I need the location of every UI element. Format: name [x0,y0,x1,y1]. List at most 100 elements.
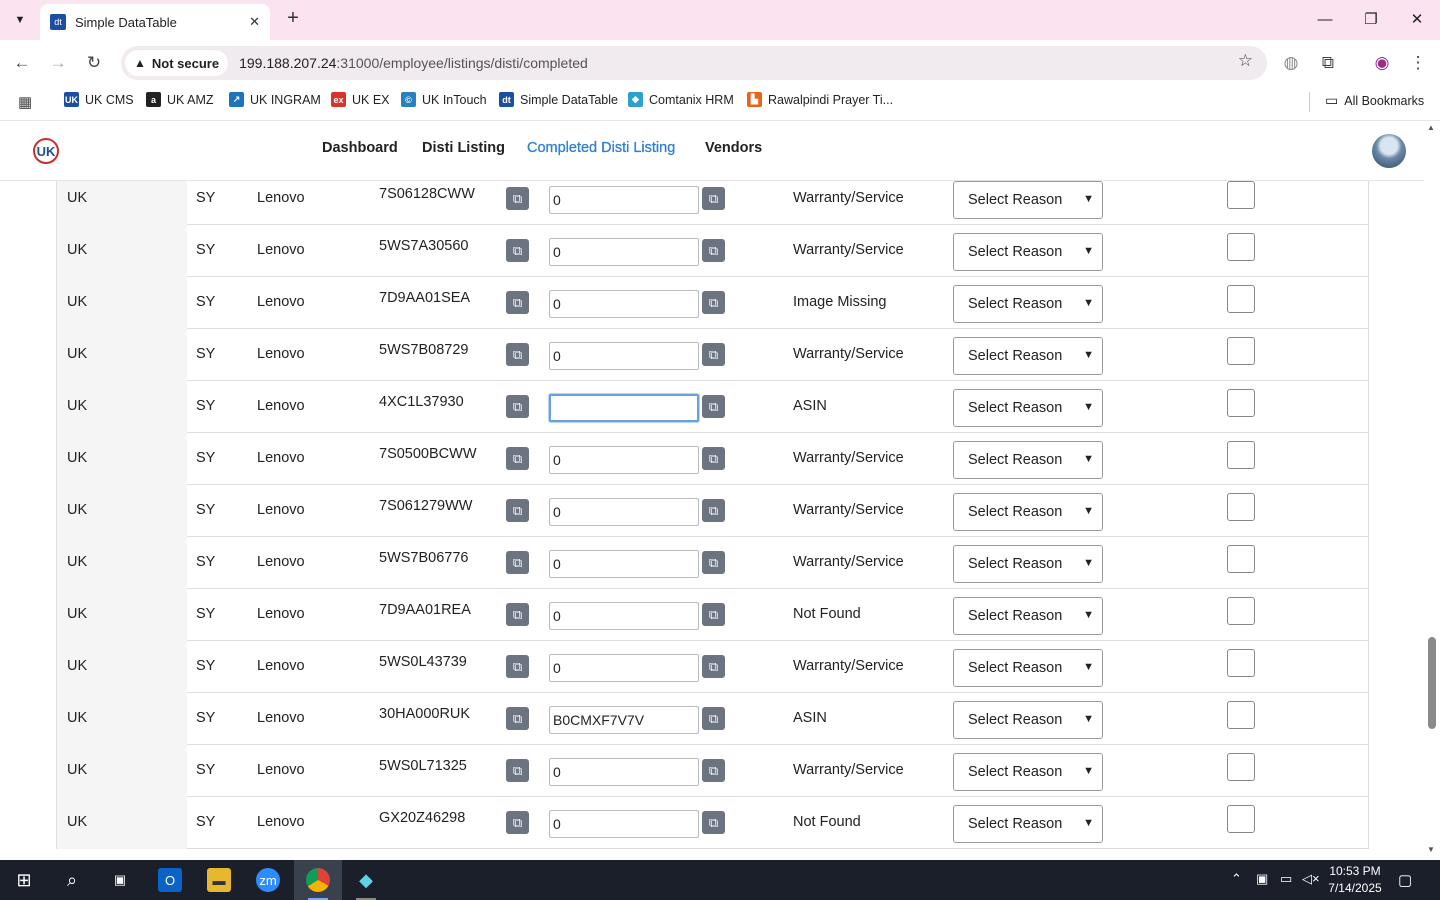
copy-asin-icon[interactable]: ⧉ [702,759,725,782]
new-tab-icon[interactable]: + [282,8,304,30]
nav-disti-listing[interactable]: Disti Listing [422,140,505,156]
copy-sku-icon[interactable]: ⧉ [506,551,529,574]
taskbar-clock[interactable]: 10:53 PM 7/14/2025 [1326,863,1384,897]
copy-asin-icon[interactable]: ⧉ [702,187,725,210]
copy-asin-icon[interactable]: ⧉ [702,343,725,366]
row-checkbox[interactable] [1227,389,1255,417]
copy-asin-icon[interactable]: ⧉ [702,239,725,262]
copy-asin-icon[interactable]: ⧉ [702,447,725,470]
reason-select[interactable]: Select Reason ▼ [953,389,1103,427]
reason-select[interactable]: Select Reason ▼ [953,649,1103,687]
copy-asin-icon[interactable]: ⧉ [702,291,725,314]
copy-sku-icon[interactable]: ⧉ [506,499,529,522]
copy-sku-icon[interactable]: ⧉ [506,655,529,678]
asin-input[interactable] [549,446,699,474]
reason-select[interactable]: Select Reason ▼ [953,805,1103,843]
scrollbar-thumb[interactable] [1428,637,1436,729]
close-tab-icon[interactable]: ✕ [249,14,260,30]
asin-input[interactable] [549,758,699,786]
tray-speaker-muted-icon[interactable]: ◁× [1302,871,1320,887]
asin-input[interactable] [549,810,699,838]
copy-asin-icon[interactable]: ⧉ [702,707,725,730]
asin-input[interactable] [549,290,699,318]
bookmark-uk-ex[interactable]: ex UK EX [331,92,390,107]
asin-input[interactable] [549,706,699,734]
bookmark-uk-intouch[interactable]: © UK InTouch [401,92,487,107]
task-view-icon[interactable]: ▣ [108,868,132,892]
copy-sku-icon[interactable]: ⧉ [506,759,529,782]
copy-sku-icon[interactable]: ⧉ [506,707,529,730]
row-checkbox[interactable] [1227,233,1255,261]
copy-sku-icon[interactable]: ⧉ [506,239,529,262]
notifications-icon[interactable]: ▢ [1398,871,1412,889]
address-bar[interactable]: ▲ Not secure 199.188.207.24:31000/employ… [121,46,1267,80]
row-checkbox[interactable] [1227,181,1255,209]
menu-kebab-icon[interactable]: ⋮ [1406,51,1430,75]
copy-asin-icon[interactable]: ⧉ [702,603,725,626]
tab-search-chevron-icon[interactable]: ▼ [8,8,32,32]
copy-sku-icon[interactable]: ⧉ [506,187,529,210]
minimize-icon[interactable]: — [1313,8,1337,32]
copy-sku-icon[interactable]: ⧉ [506,291,529,314]
copy-asin-icon[interactable]: ⧉ [702,551,725,574]
row-checkbox[interactable] [1227,337,1255,365]
nav-completed-disti-listing[interactable]: Completed Disti Listing [527,140,676,156]
bookmark-star-icon[interactable]: ☆ [1238,51,1253,71]
page-scrollbar[interactable]: ▲ ▼ [1424,121,1440,860]
reason-select[interactable]: Select Reason ▼ [953,337,1103,375]
row-checkbox[interactable] [1227,441,1255,469]
asin-input[interactable] [549,602,699,630]
tray-display-icon[interactable]: ▭ [1280,871,1292,887]
restore-icon[interactable]: ❐ [1359,8,1383,32]
asin-input[interactable] [549,550,699,578]
reason-select[interactable]: Select Reason ▼ [953,441,1103,479]
bookmark-uk-amz[interactable]: a UK AMZ [146,92,214,107]
row-checkbox[interactable] [1227,701,1255,729]
reload-icon[interactable]: ↻ [82,51,106,75]
copy-asin-icon[interactable]: ⧉ [702,811,725,834]
bookmark-uk-ingram[interactable]: ↗ UK INGRAM [229,92,321,107]
nav-vendors[interactable]: Vendors [705,140,762,156]
copy-sku-icon[interactable]: ⧉ [506,343,529,366]
copy-sku-icon[interactable]: ⧉ [506,603,529,626]
row-checkbox[interactable] [1227,545,1255,573]
asin-input[interactable] [549,186,699,214]
tray-network-status-icon[interactable]: ▣ [1256,871,1268,887]
copy-asin-icon[interactable]: ⧉ [702,655,725,678]
chrome-icon[interactable] [306,868,330,892]
asin-input[interactable] [549,654,699,682]
asin-input[interactable] [549,238,699,266]
windows-start-icon[interactable]: ⊞ [12,868,36,892]
row-checkbox[interactable] [1227,649,1255,677]
reason-select[interactable]: Select Reason ▼ [953,545,1103,583]
avatar[interactable] [1372,134,1406,168]
bookmark-uk-cms[interactable]: UK UK CMS [64,92,134,107]
app-diamond-icon[interactable]: ◆ [354,868,378,892]
reason-select[interactable]: Select Reason ▼ [953,233,1103,271]
forward-icon[interactable]: → [46,51,70,75]
outlook-icon[interactable]: O [158,868,182,892]
reason-select[interactable]: Select Reason ▼ [953,285,1103,323]
url-text[interactable]: 199.188.207.24:31000/employee/listings/d… [239,55,588,71]
security-chip[interactable]: ▲ Not secure [125,50,229,76]
bookmark-simple-datatable[interactable]: dt Simple DataTable [499,92,618,107]
reason-select[interactable]: Select Reason ▼ [953,701,1103,739]
scroll-down-icon[interactable]: ▼ [1427,845,1435,854]
extensions-puzzle-icon[interactable]: ⧉ [1316,51,1340,75]
nav-dashboard[interactable]: Dashboard [322,140,398,156]
tab-simple-datatable[interactable]: dt Simple DataTable ✕ [40,4,270,40]
asin-input[interactable] [549,498,699,526]
uk-logo[interactable]: UK [33,138,59,164]
row-checkbox[interactable] [1227,753,1255,781]
row-checkbox[interactable] [1227,805,1255,833]
row-checkbox[interactable] [1227,285,1255,313]
copy-sku-icon[interactable]: ⧉ [506,811,529,834]
scroll-up-icon[interactable]: ▲ [1427,123,1435,132]
reason-select[interactable]: Select Reason ▼ [953,181,1103,219]
row-checkbox[interactable] [1227,597,1255,625]
close-window-icon[interactable]: ✕ [1405,8,1429,32]
all-bookmarks-button[interactable]: ▭ All Bookmarks [1325,92,1424,109]
tray-chevron-icon[interactable]: ⌃ [1231,871,1242,887]
bookmark-comtanix-hrm[interactable]: ◆ Comtanix HRM [628,92,734,107]
bookmark-rawalpindi-prayer[interactable]: ▙ Rawalpindi Prayer Ti... [747,92,893,107]
